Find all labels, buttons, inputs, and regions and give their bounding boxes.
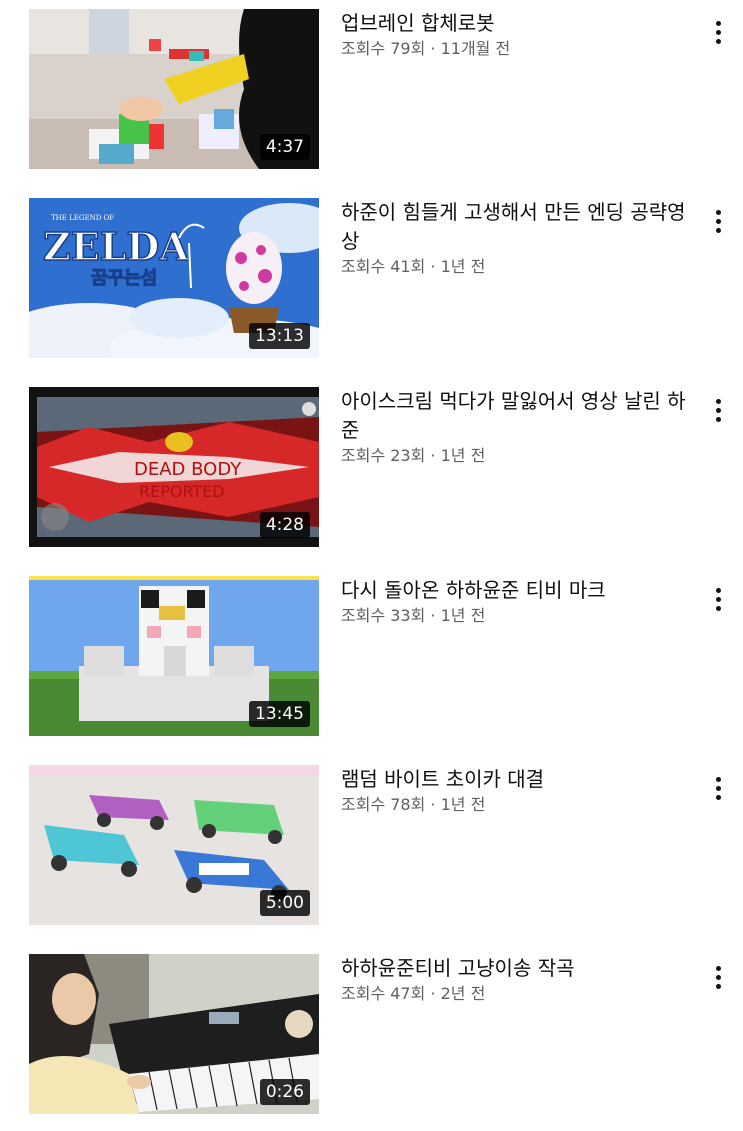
video-meta: 조회수 78회 · 1년 전 [341, 794, 691, 816]
video-thumbnail[interactable]: THE LEGEND OF ZELDA 꿈꾸는섬 13:13 [29, 198, 319, 358]
zelda-subtitle-text: THE LEGEND OF [51, 214, 114, 222]
video-details[interactable]: 아이스크림 먹다가 말잃어서 영상 날린 하준 조회수 23회 · 1년 전 [341, 387, 691, 467]
more-options-icon[interactable] [706, 588, 730, 614]
video-item[interactable]: 5:00 램덤 바이트 초이카 대결 조회수 78회 · 1년 전 [0, 765, 743, 930]
view-count: 조회수 33회 [341, 606, 426, 625]
meta-separator: · [425, 446, 441, 465]
reported-text: REPORTED [139, 482, 225, 501]
more-options-icon[interactable] [706, 399, 730, 425]
view-count: 조회수 78회 [341, 795, 426, 814]
video-thumbnail[interactable]: 5:00 [29, 765, 319, 925]
view-count: 조회수 41회 [341, 257, 426, 276]
video-item[interactable]: DEAD BODY REPORTED 4:28 아이스크림 먹다가 말잃어서 영… [0, 387, 743, 552]
dead-body-text: DEAD BODY [134, 459, 242, 480]
video-meta: 조회수 79회 · 11개월 전 [341, 38, 691, 60]
video-thumbnail[interactable]: 0:26 [29, 954, 319, 1114]
upload-age: 2년 전 [440, 984, 486, 1003]
video-item[interactable]: 4:37 업브레인 합체로봇 조회수 79회 · 11개월 전 [0, 9, 743, 174]
zelda-logo-text: ZELDA [43, 224, 189, 269]
video-item[interactable]: 13:45 다시 돌아온 하하윤준 티비 마크 조회수 33회 · 1년 전 [0, 576, 743, 741]
video-details[interactable]: 하준이 힘들게 고생해서 만든 엔딩 공략영상 조회수 41회 · 1년 전 [341, 198, 691, 278]
video-duration: 13:45 [249, 701, 310, 727]
video-details[interactable]: 업브레인 합체로봇 조회수 79회 · 11개월 전 [341, 9, 691, 60]
video-details[interactable]: 램덤 바이트 초이카 대결 조회수 78회 · 1년 전 [341, 765, 691, 816]
video-thumbnail[interactable]: 13:45 [29, 576, 319, 736]
video-item[interactable]: THE LEGEND OF ZELDA 꿈꾸는섬 13:13 하준이 힘들게 고… [0, 198, 743, 363]
view-count: 조회수 47회 [341, 984, 426, 1003]
upload-age: 1년 전 [440, 257, 486, 276]
video-details[interactable]: 하하윤준티비 고냥이송 작곡 조회수 47회 · 2년 전 [341, 954, 691, 1005]
meta-separator: · [425, 984, 441, 1003]
video-duration: 5:00 [259, 890, 310, 916]
meta-separator: · [425, 257, 441, 276]
video-title[interactable]: 하준이 힘들게 고생해서 만든 엔딩 공략영상 [341, 198, 691, 256]
video-thumbnail[interactable]: DEAD BODY REPORTED 4:28 [29, 387, 319, 547]
video-thumbnail[interactable]: 4:37 [29, 9, 319, 169]
video-duration: 4:37 [259, 134, 310, 160]
upload-age: 1년 전 [440, 446, 486, 465]
upload-age: 11개월 전 [440, 39, 511, 58]
video-duration: 13:13 [249, 323, 310, 349]
video-meta: 조회수 47회 · 2년 전 [341, 983, 691, 1005]
video-details[interactable]: 다시 돌아온 하하윤준 티비 마크 조회수 33회 · 1년 전 [341, 576, 691, 627]
video-title[interactable]: 아이스크림 먹다가 말잃어서 영상 날린 하준 [341, 387, 691, 445]
view-count: 조회수 79회 [341, 39, 426, 58]
more-options-icon[interactable] [706, 777, 730, 803]
zelda-korean-text: 꿈꾸는섬 [91, 268, 157, 289]
meta-separator: · [425, 795, 441, 814]
upload-age: 1년 전 [440, 606, 486, 625]
meta-separator: · [425, 606, 441, 625]
video-item[interactable]: 0:26 하하윤준티비 고냥이송 작곡 조회수 47회 · 2년 전 [0, 954, 743, 1119]
meta-separator: · [425, 39, 441, 58]
more-options-icon[interactable] [706, 210, 730, 236]
video-duration: 4:28 [259, 512, 310, 538]
more-options-icon[interactable] [706, 21, 730, 47]
video-meta: 조회수 33회 · 1년 전 [341, 605, 691, 627]
view-count: 조회수 23회 [341, 446, 426, 465]
video-meta: 조회수 41회 · 1년 전 [341, 256, 691, 278]
video-list: 4:37 업브레인 합체로봇 조회수 79회 · 11개월 전 THE LEGE… [0, 0, 743, 1131]
video-title[interactable]: 램덤 바이트 초이카 대결 [341, 765, 691, 794]
upload-age: 1년 전 [440, 795, 486, 814]
video-title[interactable]: 다시 돌아온 하하윤준 티비 마크 [341, 576, 691, 605]
more-options-icon[interactable] [706, 966, 730, 992]
video-meta: 조회수 23회 · 1년 전 [341, 445, 691, 467]
video-title[interactable]: 하하윤준티비 고냥이송 작곡 [341, 954, 691, 983]
video-title[interactable]: 업브레인 합체로봇 [341, 9, 691, 38]
video-duration: 0:26 [259, 1079, 310, 1105]
